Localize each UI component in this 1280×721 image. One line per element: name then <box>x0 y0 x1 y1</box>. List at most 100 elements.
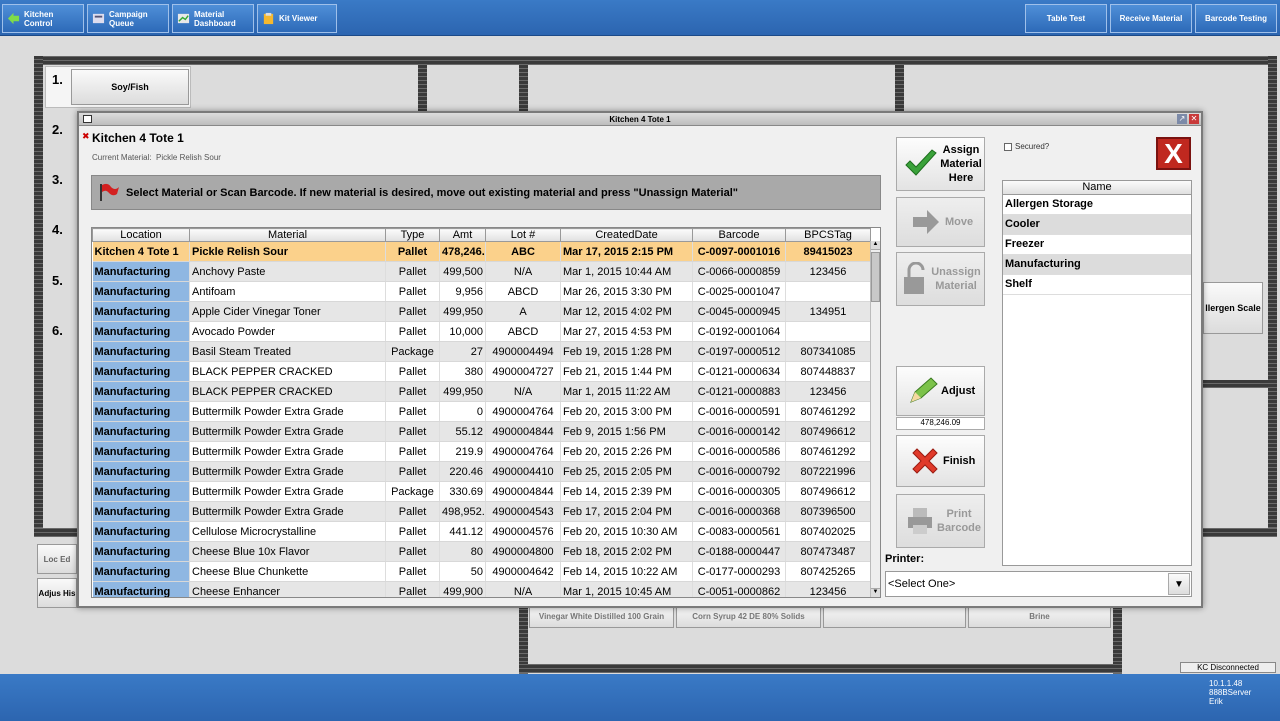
table-row[interactable]: Manufacturing Cheese Blue 10x Flavor Palle… <box>92 541 871 562</box>
location-item[interactable]: Manufacturing <box>1003 255 1191 275</box>
table-cell: 4900004764 <box>485 401 561 422</box>
move-button[interactable]: Move <box>896 197 985 247</box>
close-dialog-button[interactable]: X <box>1156 137 1191 170</box>
table-cell: C-0016-0000792 <box>692 461 786 482</box>
grid-scrollbar[interactable]: ▲ ▼ <box>870 241 880 597</box>
table-row[interactable]: Manufacturing BLACK PEPPER CRACKED Pallet 3… <box>92 361 871 382</box>
table-row[interactable]: Kitchen 4 Tote 1 Pickle Relish Sour Pallet… <box>92 241 871 262</box>
kit-viewer-button[interactable]: Kit Viewer <box>257 4 337 33</box>
floor-wall <box>1202 528 1277 537</box>
column-header[interactable]: Barcode <box>692 228 786 242</box>
table-row[interactable]: Manufacturing Avocado Powder Pallet 10,000 A… <box>92 321 871 342</box>
table-cell: 0 <box>439 401 486 422</box>
table-row[interactable]: Manufacturing Buttermilk Powder Extra Gra… <box>92 441 871 462</box>
floor-wall <box>1268 56 1277 536</box>
checkbox-box[interactable] <box>1004 142 1012 151</box>
column-header[interactable]: Material <box>189 228 386 242</box>
printer-select[interactable]: <Select One> ▼ <box>885 571 1192 597</box>
table-cell: Pallet <box>385 281 440 302</box>
table-cell: Pallet <box>385 301 440 322</box>
location-list[interactable]: Name Allergen Storage Cooler Freezer Manufa… <box>1002 180 1192 566</box>
table-cell: 380 <box>439 361 486 382</box>
table-cell: Mar 12, 2015 4:02 PM <box>560 301 693 322</box>
table-cell: 50 <box>439 561 486 582</box>
column-header[interactable]: BPCSTag <box>785 228 871 242</box>
table-cell: Manufacturing <box>92 521 190 542</box>
barcode-testing-button[interactable]: Barcode Testing <box>1195 4 1277 33</box>
table-row[interactable]: Manufacturing Cheese Blue Chunkette Pallet… <box>92 561 871 582</box>
chevron-down-icon[interactable]: ▼ <box>1168 573 1190 595</box>
location-item[interactable]: Allergen Storage <box>1003 195 1191 215</box>
table-cell: C-0066-0000859 <box>692 261 786 282</box>
table-row[interactable]: Manufacturing BLACK PEPPER CRACKED Pallet 4… <box>92 381 871 402</box>
table-row[interactable]: Manufacturing Buttermilk Powder Extra Gra… <box>92 501 871 522</box>
table-row[interactable]: Manufacturing Anchovy Paste Pallet 499,500 N… <box>92 261 871 282</box>
column-header[interactable]: Location <box>92 228 190 242</box>
kitchen-control-button[interactable]: Kitchen Control <box>2 4 84 33</box>
table-cell: C-0045-0000945 <box>692 301 786 322</box>
column-header[interactable]: CreatedDate <box>560 228 693 242</box>
table-row[interactable]: Manufacturing Cheese Enhancer Pallet 499,90… <box>92 581 871 597</box>
table-row[interactable]: Manufacturing Buttermilk Powder Extra Gra… <box>92 401 871 422</box>
table-cell: C-0177-0000293 <box>692 561 786 582</box>
table-cell: C-0097-0001016 <box>692 241 786 262</box>
table-cell: 807396500 <box>785 501 871 522</box>
floor-wall <box>1202 380 1277 388</box>
finish-button[interactable]: Finish <box>896 435 985 487</box>
unassign-material-button[interactable]: Unassign Material <box>896 252 985 306</box>
location-edit-button[interactable]: Loc Ed <box>37 544 77 574</box>
adjust-button[interactable]: Adjust <box>896 366 985 416</box>
print-barcode-button[interactable]: Print Barcode <box>896 494 985 548</box>
scroll-thumb[interactable] <box>871 252 880 302</box>
table-cell: Feb 25, 2015 2:05 PM <box>560 461 693 482</box>
table-cell: Mar 1, 2015 10:44 AM <box>560 261 693 282</box>
column-header[interactable]: Amt <box>439 228 486 242</box>
table-cell: Feb 18, 2015 2:02 PM <box>560 541 693 562</box>
material-grid[interactable]: Location Material Type Amt Lot # CreatedDate B… <box>91 227 881 598</box>
window-menu-icon[interactable] <box>83 115 92 123</box>
adjust-history-button[interactable]: Adjus His <box>37 578 77 608</box>
allergen-scale-button[interactable]: llergen Scale <box>1203 282 1263 334</box>
table-cell: 4900004844 <box>485 481 561 502</box>
scroll-down-icon[interactable]: ▼ <box>871 588 880 597</box>
table-cell: Pallet <box>385 521 440 542</box>
table-row[interactable]: Manufacturing Cellulose Microcrystalline P… <box>92 521 871 542</box>
table-row[interactable]: Manufacturing Buttermilk Powder Extra Gra… <box>92 421 871 442</box>
receive-material-button[interactable]: Receive Material <box>1110 4 1192 33</box>
soy-fish-station-button[interactable]: Soy/Fish <box>71 69 189 105</box>
location-item[interactable]: Cooler <box>1003 215 1191 235</box>
table-cell: C-0121-0000883 <box>692 381 786 402</box>
arrow-right-icon <box>913 210 939 234</box>
table-cell: 89415023 <box>785 241 871 262</box>
clipboard-icon <box>263 12 274 25</box>
kc-status-indicator: KC Disconnected <box>1180 662 1276 673</box>
table-cell: Kitchen 4 Tote 1 <box>92 241 190 262</box>
scroll-up-icon[interactable]: ▲ <box>871 241 880 250</box>
table-cell: 27 <box>439 341 486 362</box>
dialog-heading: Kitchen 4 Tote 1 <box>92 131 184 145</box>
location-item[interactable]: Freezer <box>1003 235 1191 255</box>
table-row[interactable]: Manufacturing Apple Cider Vinegar Toner Pa… <box>92 301 871 322</box>
location-item[interactable]: Shelf <box>1003 275 1191 295</box>
table-row[interactable]: Manufacturing Buttermilk Powder Extra Gra… <box>92 461 871 482</box>
table-row[interactable]: Manufacturing Buttermilk Powder Extra Gra… <box>92 481 871 502</box>
table-row[interactable]: Manufacturing Basil Steam Treated Package 2… <box>92 341 871 362</box>
table-test-button[interactable]: Table Test <box>1025 4 1107 33</box>
secured-checkbox[interactable]: Secured? <box>1004 142 1049 151</box>
column-header[interactable]: Lot # <box>485 228 561 242</box>
table-cell: 807473487 <box>785 541 871 562</box>
station-number: 4. <box>52 222 63 237</box>
printer-icon <box>908 508 932 534</box>
table-row[interactable]: Manufacturing Antifoam Pallet 9,956 ABCD Mar … <box>92 281 871 302</box>
assign-material-button[interactable]: Assign Material Here <box>896 137 985 191</box>
table-cell: 4900004764 <box>485 441 561 462</box>
column-header[interactable]: Type <box>385 228 440 242</box>
dashboard-icon <box>177 13 190 24</box>
table-cell: Pickle Relish Sour <box>189 241 386 262</box>
table-cell: 4900004576 <box>485 521 561 542</box>
campaign-queue-button[interactable]: Campaign Queue <box>87 4 169 33</box>
restore-icon[interactable]: ↗ <box>1177 114 1187 124</box>
close-icon[interactable]: ✕ <box>1189 114 1199 124</box>
table-cell: Manufacturing <box>92 481 190 502</box>
material-dashboard-button[interactable]: Material Dashboard <box>172 4 254 33</box>
